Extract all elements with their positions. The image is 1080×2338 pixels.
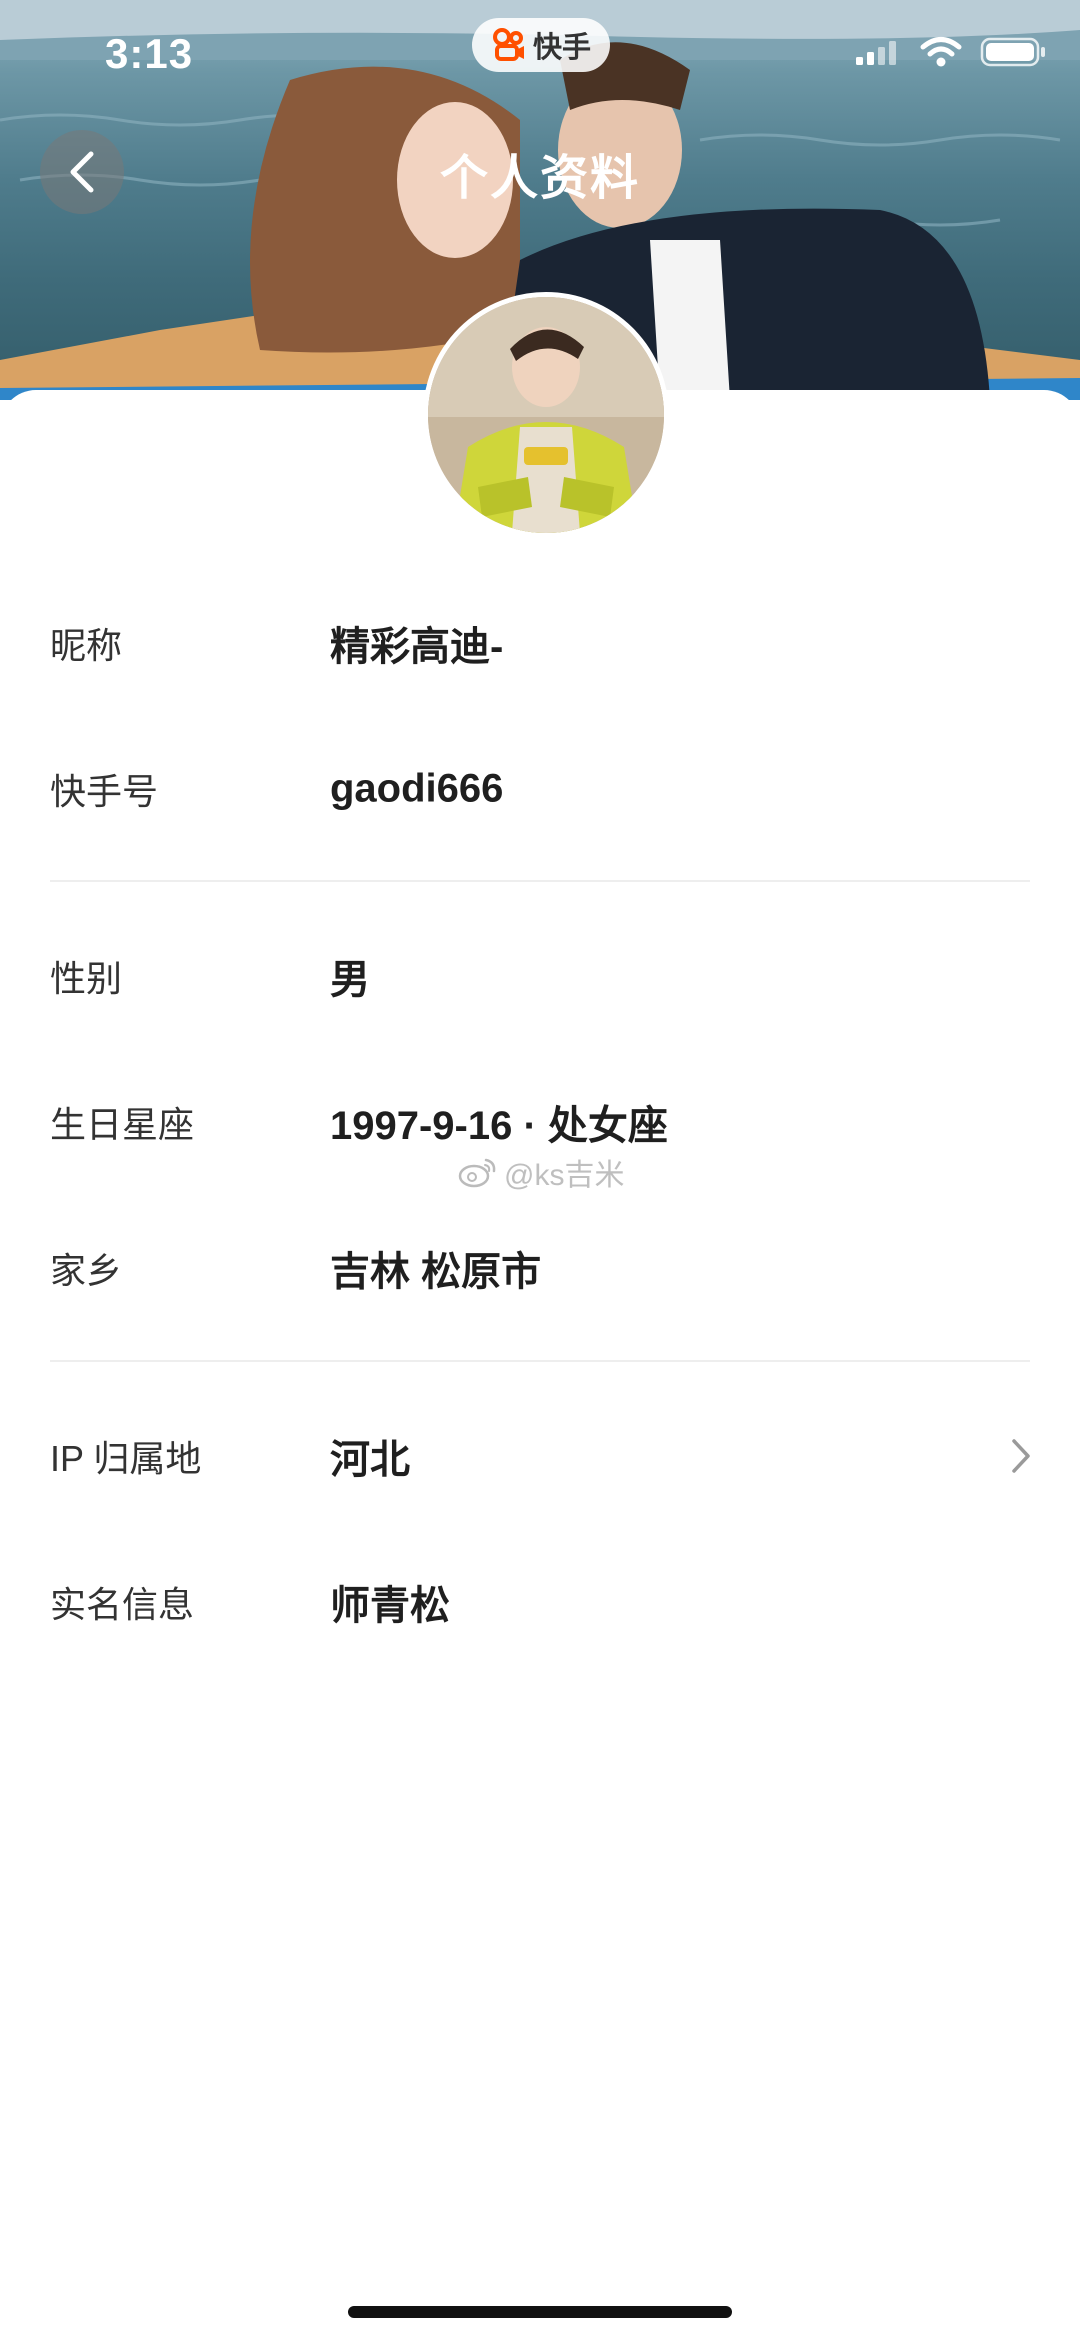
avatar-illustration <box>428 297 664 533</box>
row-label: 昵称 <box>50 625 123 666</box>
row-value: 精彩高迪- <box>330 625 504 669</box>
row-label: 快手号 <box>50 771 159 812</box>
battery-icon <box>980 37 1045 67</box>
status-time: 3:13 <box>105 30 194 77</box>
watermark-text: @ks吉米 <box>504 1159 625 1192</box>
row-value: 河北 <box>330 1438 410 1482</box>
section-divider <box>50 880 1030 882</box>
row-value: 1997-9-16 · 处女座 <box>330 1104 668 1148</box>
row-value: 吉林 松原市 <box>330 1250 542 1294</box>
row-kuaishou-id[interactable]: 快手号 gaodi666 <box>0 716 1080 862</box>
chevron-right-icon <box>1012 1439 1030 1473</box>
row-gender[interactable]: 性别 男 <box>0 903 1080 1049</box>
home-indicator[interactable] <box>348 2306 732 2318</box>
row-label: IP 归属地 <box>50 1438 202 1479</box>
watermark: @ks吉米 <box>458 1150 624 1194</box>
row-nickname[interactable]: 昵称 精彩高迪- <box>0 570 1080 716</box>
row-label: 家乡 <box>50 1250 123 1291</box>
section-divider <box>50 1360 1030 1362</box>
row-ip-location[interactable]: IP 归属地 河北 <box>0 1383 1080 1529</box>
row-value: 男 <box>330 958 370 1002</box>
kuaishou-logo-icon <box>492 28 524 61</box>
wifi-icon <box>920 37 962 67</box>
app-badge-label: 快手 <box>532 32 591 64</box>
row-real-name[interactable]: 实名信息 师青松 <box>0 1529 1080 1675</box>
row-hometown[interactable]: 家乡 吉林 松原市 <box>0 1195 1080 1341</box>
signal-icon <box>856 41 896 65</box>
avatar[interactable] <box>423 292 669 538</box>
row-value: 师青松 <box>330 1584 450 1628</box>
app-badge-kuaishou[interactable]: 快手 <box>472 18 610 72</box>
row-label: 生日星座 <box>50 1104 195 1145</box>
page-title: 个人资料 <box>439 152 640 205</box>
row-label: 性别 <box>50 958 123 999</box>
status-bar: 3:13 快手 <box>0 0 1080 110</box>
row-value: gaodi666 <box>330 766 504 811</box>
weibo-icon <box>458 1158 496 1188</box>
row-label: 实名信息 <box>50 1584 195 1625</box>
status-icons <box>854 36 1046 68</box>
